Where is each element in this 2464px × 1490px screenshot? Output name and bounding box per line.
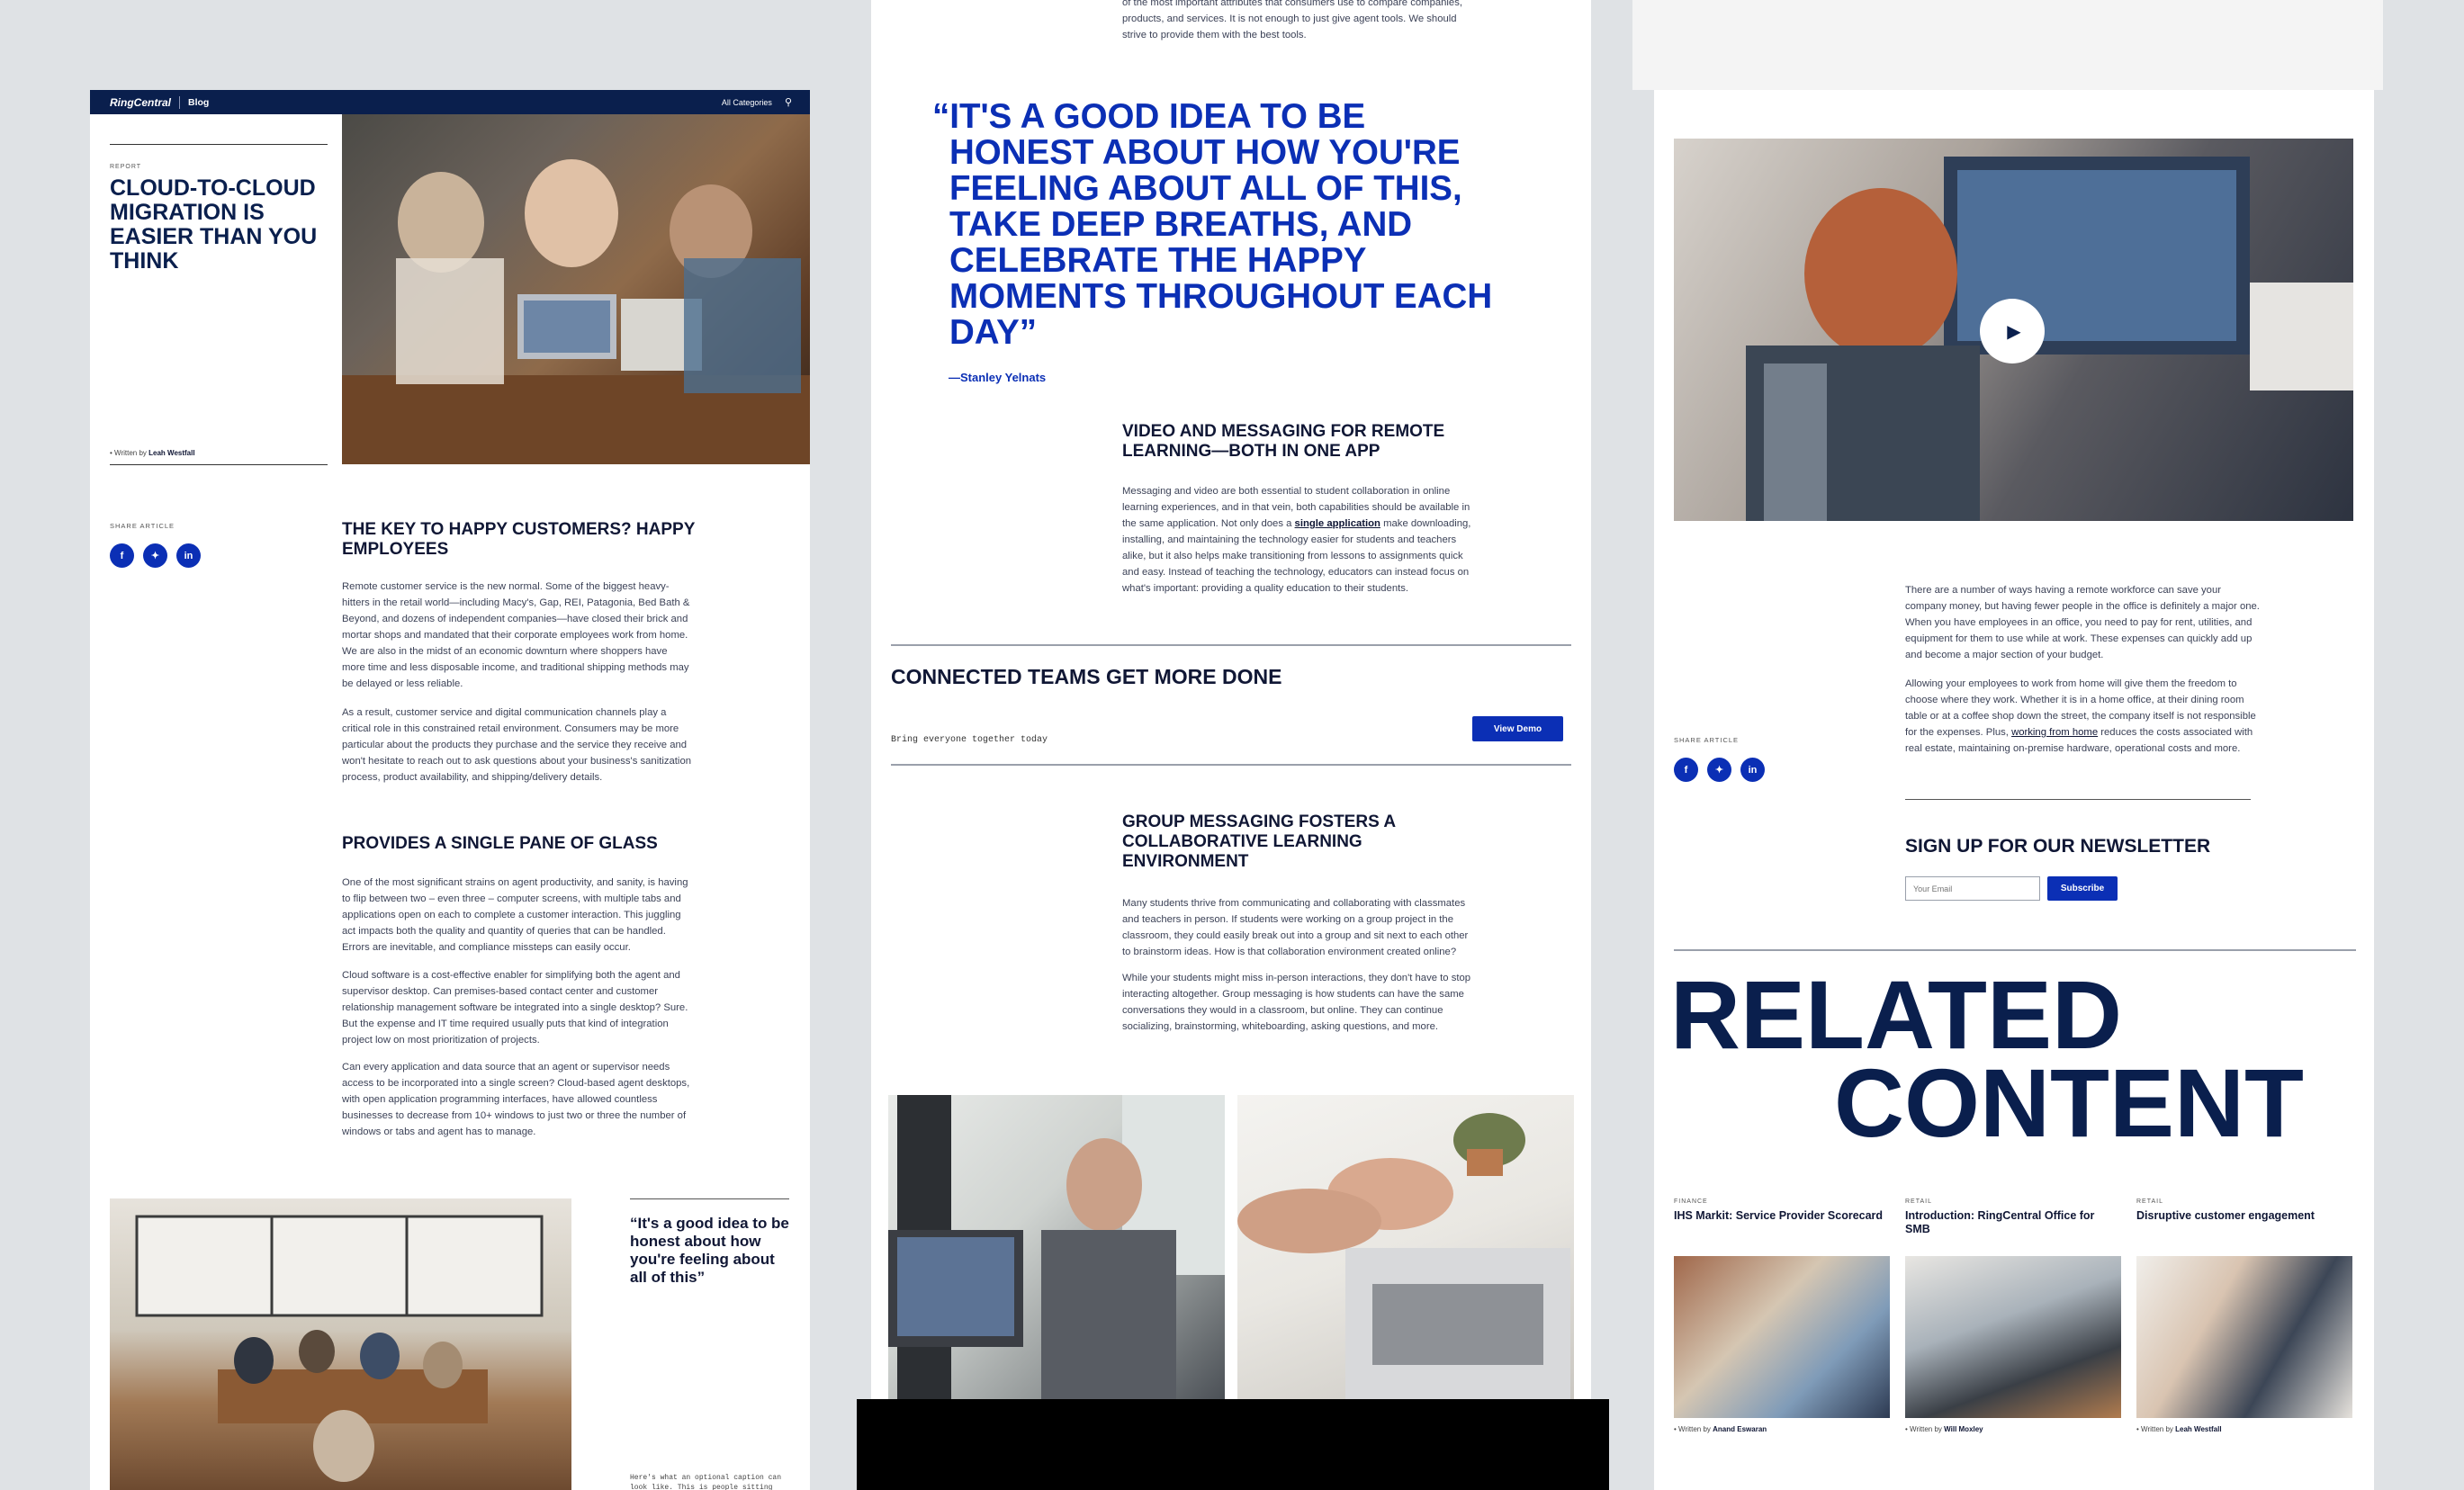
- pullquote-rule: [630, 1198, 789, 1199]
- hands-photo-shapes: [1237, 1113, 1570, 1403]
- byline-prefix: Written by: [1910, 1425, 1942, 1433]
- play-button[interactable]: ▶: [1980, 299, 2045, 364]
- related-card-byline: • Written by Leah Westfall: [2136, 1425, 2222, 1433]
- share-icons-right: f ✦ in: [1674, 758, 1765, 782]
- related-card-byline: • Written by Anand Eswaran: [1674, 1425, 1767, 1433]
- hands-writing-laptop-photo: [1237, 1095, 1574, 1403]
- related-card-tag: RETAIL: [1905, 1198, 1932, 1205]
- view-demo-button[interactable]: View Demo: [1472, 716, 1563, 741]
- related-card-title[interactable]: IHS Markit: Service Provider Scorecard: [1674, 1209, 1890, 1256]
- right-article-panel: ▶ SHARE ARTICLE f ✦ in There are a numbe…: [1654, 90, 2374, 1490]
- share-icons: f ✦ in: [110, 543, 201, 568]
- byline-prefix: Written by: [114, 449, 147, 457]
- cta-subtitle: Bring everyone together today: [891, 735, 1048, 745]
- newsletter-heading: SIGN UP FOR OUR NEWSLETTER: [1905, 836, 2211, 857]
- related-top-rule: [1674, 949, 2356, 951]
- twitter-icon[interactable]: ✦: [143, 543, 167, 568]
- facebook-icon[interactable]: f: [110, 543, 134, 568]
- hero-byline: • Written by Leah Westfall: [110, 449, 195, 457]
- share-label-right: SHARE ARTICLE: [1674, 736, 1740, 744]
- hero-photo-friends-laptop: [342, 114, 810, 464]
- photo-caption: Here's what an optional caption can look…: [630, 1474, 782, 1490]
- search-icon[interactable]: ⚲: [785, 96, 792, 108]
- linkedin-icon[interactable]: in: [1740, 758, 1765, 782]
- right-top-strip: [1632, 0, 2383, 90]
- related-card-tag: RETAIL: [2136, 1198, 2163, 1205]
- middle-article-panel: of the most important attributes that co…: [871, 0, 1591, 1490]
- section2-paragraph-3: Can every application and data source th…: [342, 1062, 690, 1137]
- related-card-title[interactable]: Disruptive customer engagement: [2136, 1209, 2352, 1256]
- section-heading-group-messaging: GROUP MESSAGING FOSTERS A COLLABORATIVE …: [1122, 812, 1396, 871]
- remote-workforce-paragraph-1: There are a number of ways having a remo…: [1905, 585, 2260, 660]
- large-pullquote: “IT'S A GOOD IDEA TO BE HONEST ABOUT HOW…: [932, 97, 1493, 352]
- cta-top-rule: [891, 644, 1571, 646]
- hero-top-rule: [110, 144, 328, 145]
- bottom-black-band: [857, 1399, 1609, 1490]
- categories-dropdown[interactable]: All Categories: [722, 98, 772, 107]
- pullquote: “It's a good idea to be honest about how…: [630, 1215, 789, 1286]
- video-thumbnail-photo[interactable]: ▶: [1674, 139, 2353, 521]
- byline-author[interactable]: Anand Eswaran: [1713, 1425, 1767, 1433]
- nav-divider: [179, 95, 181, 109]
- left-article-panel: RingCentral Blog All Categories ⚲ REPORT…: [90, 90, 810, 1490]
- section1-paragraph-2: As a result, customer service and digita…: [342, 707, 692, 783]
- related-card-image: [2136, 1256, 2352, 1418]
- section-heading-single-pane: PROVIDES A SINGLE PANE OF GLASS: [342, 834, 658, 853]
- man-photo-shapes: [888, 1095, 1225, 1403]
- related-card[interactable]: FINANCE IHS Markit: Service Provider Sco…: [1674, 1198, 1890, 1477]
- subscribe-button[interactable]: Subscribe: [2047, 876, 2118, 901]
- working-from-home-link[interactable]: working from home: [2011, 727, 2098, 738]
- hero-photo-shapes: [342, 159, 810, 464]
- byline-prefix: Written by: [1678, 1425, 1711, 1433]
- top-nav: RingCentral Blog All Categories ⚲: [90, 90, 810, 114]
- group-messaging-paragraph-2: While your students might miss in-person…: [1122, 973, 1471, 1032]
- related-card-image: [1674, 1256, 1890, 1418]
- related-card-title[interactable]: Introduction: RingCentral Office for SMB: [1905, 1209, 2121, 1256]
- related-card-tag: FINANCE: [1674, 1198, 1708, 1205]
- facebook-icon[interactable]: f: [1674, 758, 1698, 782]
- remote-workforce-paragraph-2: Allowing your employees to work from hom…: [1905, 676, 2261, 757]
- byline-prefix: Written by: [2141, 1425, 2173, 1433]
- section-heading-happy-customers: THE KEY TO HAPPY CUSTOMERS? HAPPY EMPLOY…: [342, 520, 696, 559]
- related-card[interactable]: RETAIL Introduction: RingCentral Office …: [1905, 1198, 2121, 1477]
- related-card-image: [1905, 1256, 2121, 1418]
- cta-heading: CONNECTED TEAMS GET MORE DONE: [891, 665, 1282, 688]
- share-label: SHARE ARTICLE: [110, 522, 175, 530]
- newsletter-rule: [1905, 799, 2251, 800]
- byline-author[interactable]: Will Moxley: [1944, 1425, 1983, 1433]
- related-card[interactable]: RETAIL Disruptive customer engagement • …: [2136, 1198, 2352, 1477]
- related-card-byline: • Written by Will Moxley: [1905, 1425, 1983, 1433]
- byline-author[interactable]: Leah Westfall: [2175, 1425, 2221, 1433]
- related-heading-line2: CONTENT: [1834, 1048, 2304, 1157]
- paragraph-text-b: make downloading, installing, and mainta…: [1122, 518, 1471, 594]
- section2-paragraph-2: Cloud software is a cost-effective enabl…: [342, 970, 688, 1046]
- twitter-icon[interactable]: ✦: [1707, 758, 1731, 782]
- play-icon: ▶: [2007, 321, 2021, 342]
- man-at-computer-photo: [888, 1095, 1225, 1403]
- newsletter-email-input[interactable]: [1905, 876, 2040, 901]
- office-meeting-photo: [110, 1198, 571, 1490]
- section-heading-video-messaging: VIDEO AND MESSAGING FOR REMOTE LEARNING—…: [1122, 422, 1445, 461]
- group-messaging-paragraph-1: Many students thrive from communicating …: [1122, 898, 1469, 957]
- byline-author[interactable]: Leah Westfall: [148, 449, 194, 457]
- video-messaging-paragraph: Messaging and video are both essential t…: [1122, 483, 1478, 597]
- single-application-link[interactable]: single application: [1295, 518, 1380, 529]
- quote-author: —Stanley Yelnats: [949, 371, 1047, 384]
- section1-paragraph-1: Remote customer service is the new norma…: [342, 581, 690, 689]
- hero-title: CLOUD-TO-CLOUD MIGRATION IS EASIER THAN …: [110, 175, 318, 274]
- cta-bottom-rule: [891, 764, 1571, 766]
- intro-paragraph-tail: of the most important attributes that co…: [1122, 0, 1462, 40]
- brand-logo[interactable]: RingCentral: [110, 96, 171, 109]
- nav-blog-link[interactable]: Blog: [188, 97, 209, 108]
- section2-paragraph-1: One of the most significant strains on a…: [342, 877, 688, 953]
- linkedin-icon[interactable]: in: [176, 543, 201, 568]
- hero-bottom-rule: [110, 464, 328, 465]
- hero-eyebrow: REPORT: [110, 164, 142, 170]
- office-photo-shapes: [135, 1215, 544, 1482]
